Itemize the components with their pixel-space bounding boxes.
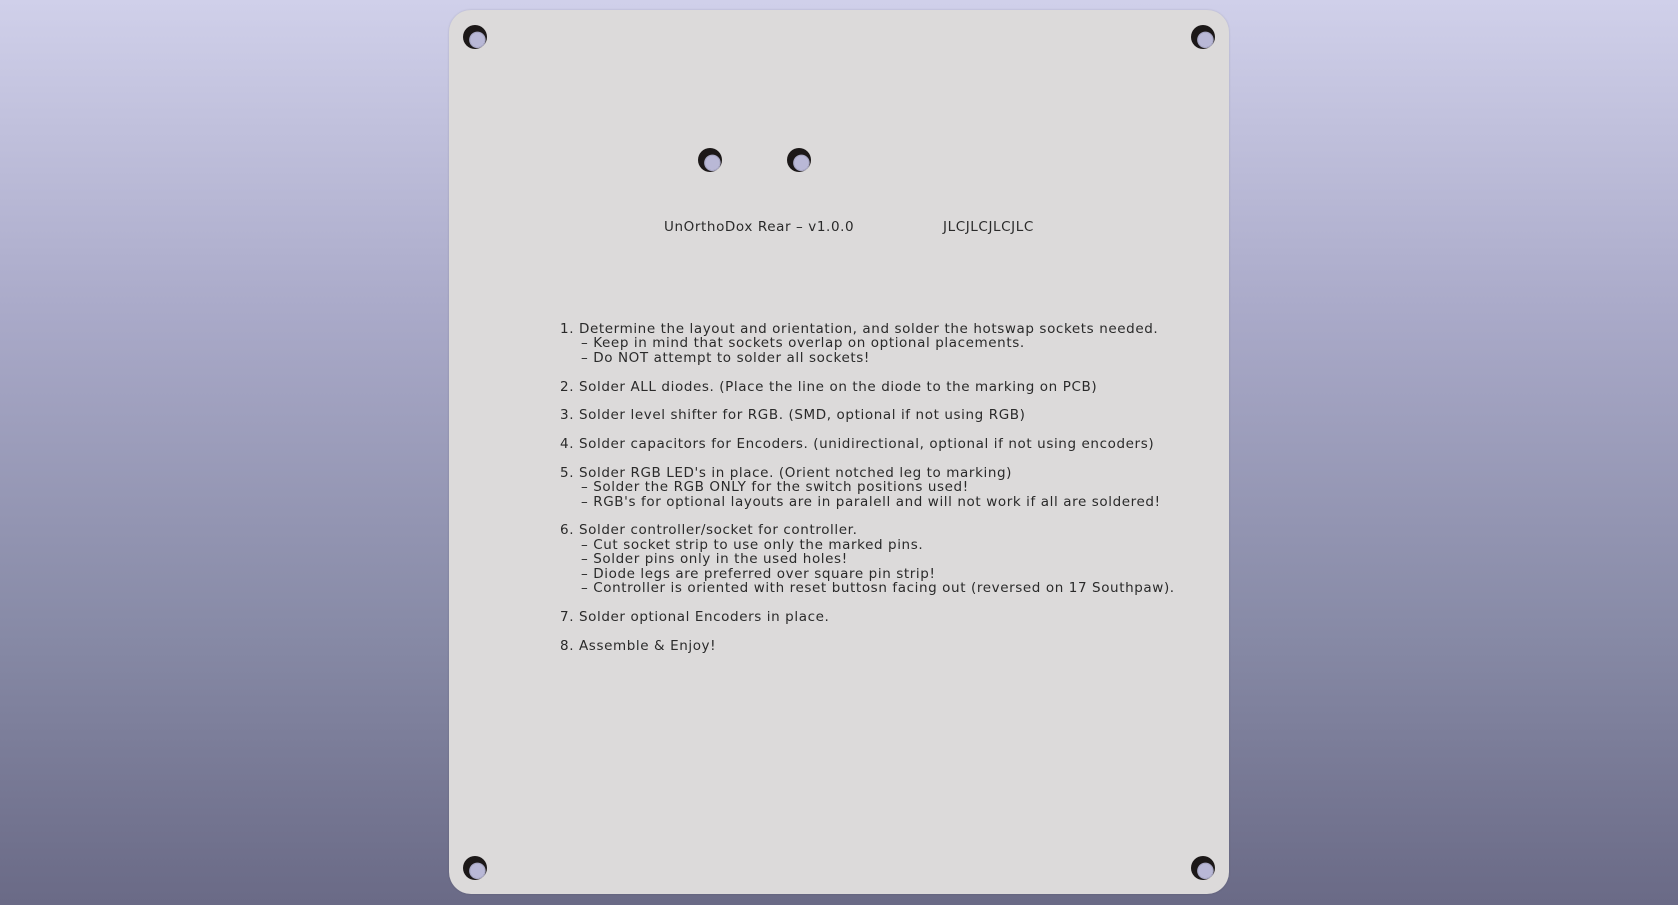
step-note: – Keep in mind that sockets overlap on o… [581, 335, 1025, 352]
step-note: – Solder the RGB ONLY for the switch pos… [581, 479, 969, 496]
instruction-step: 2. Solder ALL diodes. (Place the line on… [560, 378, 1175, 395]
instruction-step: 4. Solder capacitors for Encoders. (unid… [560, 436, 1175, 453]
step-note: – Cut socket strip to use only the marke… [581, 536, 924, 553]
instruction-step: 5. Solder RGB LED's in place. (Orient no… [560, 464, 1175, 510]
mounting-hole-bottom-left [463, 856, 487, 880]
instruction-step: 7. Solder optional Encoders in place. [560, 608, 1175, 625]
order-number-placeholder: JLCJLCJLCJLC [943, 219, 1034, 235]
step-note: – Do NOT attempt to solder all sockets! [581, 349, 870, 366]
step-text: 8. Assemble & Enjoy! [560, 637, 717, 654]
mounting-hole-center-right [787, 148, 811, 172]
step-note: – Solder pins only in the used holes! [581, 551, 848, 568]
instruction-step: 8. Assemble & Enjoy! [560, 637, 1175, 654]
instruction-step: 6. Solder controller/socket for controll… [560, 523, 1175, 595]
step-text: 1. Determine the layout and orientation,… [560, 321, 1159, 337]
board-title: UnOrthoDox Rear – v1.0.0 [664, 219, 855, 235]
step-note: – Diode legs are preferred over square p… [581, 565, 936, 582]
instruction-step: 1. Determine the layout and orientation,… [560, 321, 1175, 366]
step-text: 2. Solder ALL diodes. (Place the line on… [560, 378, 1098, 395]
step-note: – Controller is oriented with reset butt… [581, 580, 1175, 597]
mounting-hole-center-left [698, 148, 722, 172]
step-text: 3. Solder level shifter for RGB. (SMD, o… [560, 407, 1026, 424]
step-text: 5. Solder RGB LED's in place. (Orient no… [560, 464, 1013, 481]
step-text: 6. Solder controller/socket for controll… [560, 522, 858, 539]
mounting-hole-bottom-right [1191, 856, 1215, 880]
mounting-hole-top-right [1191, 25, 1215, 49]
mounting-hole-top-left [463, 25, 487, 49]
step-text: 7. Solder optional Encoders in place. [560, 608, 830, 625]
instruction-step: 3. Solder level shifter for RGB. (SMD, o… [560, 407, 1175, 424]
step-note: – RGB's for optional layouts are in para… [581, 493, 1161, 510]
step-text: 4. Solder capacitors for Encoders. (unid… [560, 436, 1155, 453]
assembly-instructions: 1. Determine the layout and orientation,… [560, 322, 1175, 667]
